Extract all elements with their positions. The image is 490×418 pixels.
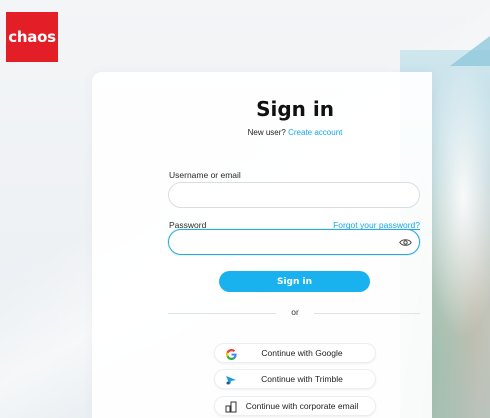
continue-with-google-button[interactable]: Continue with Google bbox=[214, 343, 376, 363]
divider-left bbox=[168, 313, 276, 314]
google-icon bbox=[225, 348, 237, 360]
continue-with-corporate-email-label: Continue with corporate email bbox=[245, 401, 359, 411]
eye-icon[interactable] bbox=[399, 238, 412, 247]
chaos-logo[interactable]: chaos bbox=[6, 12, 58, 62]
username-label: Username or email bbox=[169, 170, 241, 180]
username-input[interactable] bbox=[168, 182, 420, 208]
page-title: Sign in bbox=[256, 97, 334, 121]
decorative-triangle bbox=[450, 36, 490, 66]
continue-with-google-label: Continue with Google bbox=[261, 348, 343, 358]
password-input[interactable] bbox=[168, 229, 420, 255]
new-user-text: New user? bbox=[247, 128, 286, 137]
divider-text: or bbox=[291, 307, 299, 317]
continue-with-corporate-email-button[interactable]: Continue with corporate email bbox=[214, 396, 376, 416]
building-icon bbox=[225, 401, 237, 413]
sign-in-button[interactable]: Sign in bbox=[219, 271, 370, 292]
continue-with-trimble-label: Continue with Trimble bbox=[261, 374, 343, 384]
continue-with-trimble-button[interactable]: Continue with Trimble bbox=[214, 369, 376, 389]
trimble-icon bbox=[225, 374, 237, 386]
divider-right bbox=[314, 313, 420, 314]
new-user-prompt: New user? Create account bbox=[92, 128, 490, 137]
create-account-link[interactable]: Create account bbox=[288, 128, 342, 137]
logo-text: chaos bbox=[8, 28, 56, 46]
